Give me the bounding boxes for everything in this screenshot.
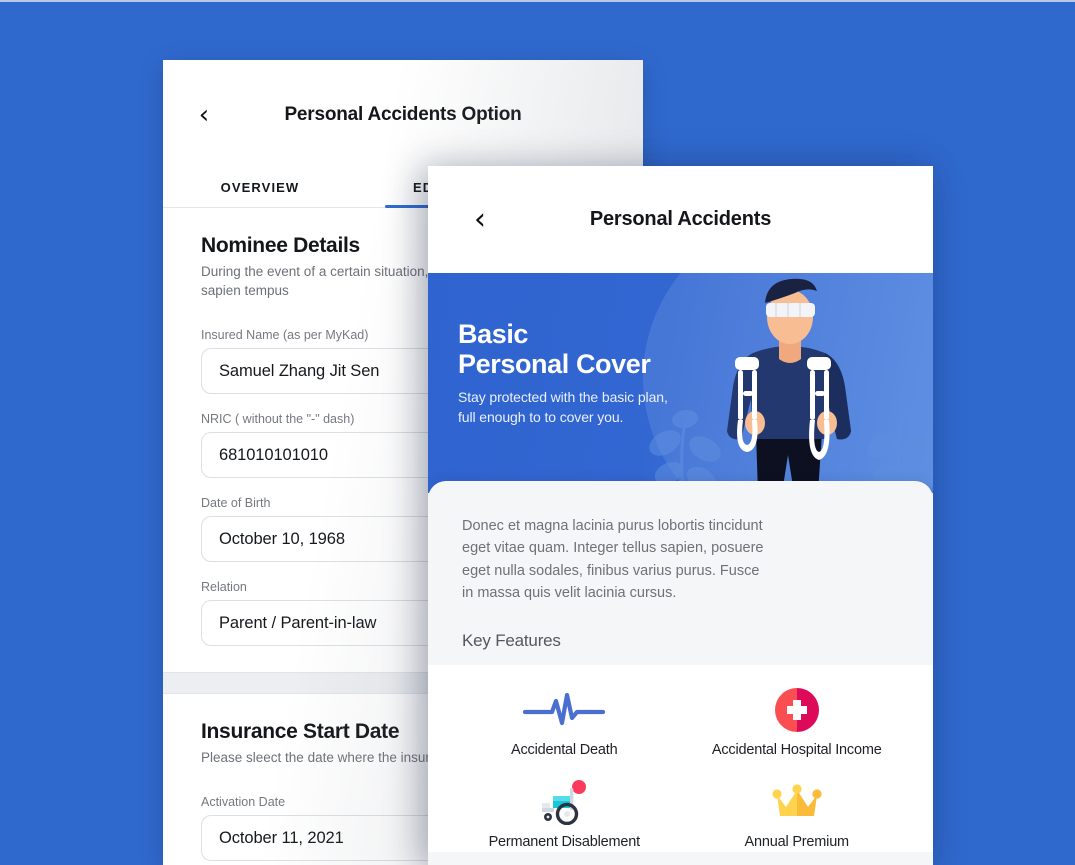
key-features-grid: Accidental Death Accidental Hospital Inc… [428, 664, 933, 852]
wheelchair-icon [539, 779, 589, 826]
medical-cross-circle-icon [774, 687, 819, 733]
feature-label: Permanent Disablement [488, 834, 641, 851]
hero-title-line-1: Basic [458, 319, 529, 349]
page-title: Personal Accidents [589, 208, 772, 230]
detail-content-card: Donec et magna lacinia purus lobortis ti… [428, 481, 933, 865]
hero-title-line-2: Personal Cover [458, 349, 651, 380]
feature-accidental-death[interactable]: Accidental Death [448, 687, 681, 760]
heartbeat-pulse-icon [523, 687, 606, 733]
hero-subtitle: Stay protected with the basic plan, full… [458, 388, 668, 428]
feature-accidental-hospital-income[interactable]: Accidental Hospital Income [681, 687, 914, 760]
personal-accidents-detail-screen: ‹ Personal Accidents Basic Personal Cove… [428, 166, 933, 865]
left-panel-header: ‹ Personal Accidents Option [163, 60, 643, 170]
crown-icon [772, 779, 822, 825]
page-title: Personal Accidents Option [284, 104, 522, 125]
hero-subtitle-line-1: Stay protected with the basic plan, [458, 389, 668, 406]
key-features-heading: Key Features [462, 630, 561, 650]
hero-subtitle-line-2: full enough to to cover you. [458, 409, 624, 426]
feature-label: Accidental Hospital Income [711, 741, 882, 758]
feature-label: Accidental Death [511, 741, 618, 758]
hero-title: Basic Personal Cover [458, 319, 668, 379]
right-panel-header: ‹ Personal Accidents [428, 166, 933, 273]
feature-annual-premium[interactable]: Annual Premium [681, 779, 914, 852]
hero-banner: Basic Personal Cover Stay protected with… [428, 273, 933, 493]
top-edge-line [0, 0, 1075, 2]
feature-label: Annual Premium [744, 834, 850, 851]
tab-overview[interactable]: OVERVIEW [175, 170, 345, 207]
plan-description: Donec et magna lacinia purus lobortis ti… [462, 518, 764, 602]
injured-man-with-crutches-illustration [649, 278, 933, 493]
feature-permanent-disablement[interactable]: Permanent Disablement [448, 779, 681, 852]
hero-text-block: Basic Personal Cover Stay protected with… [458, 319, 668, 428]
